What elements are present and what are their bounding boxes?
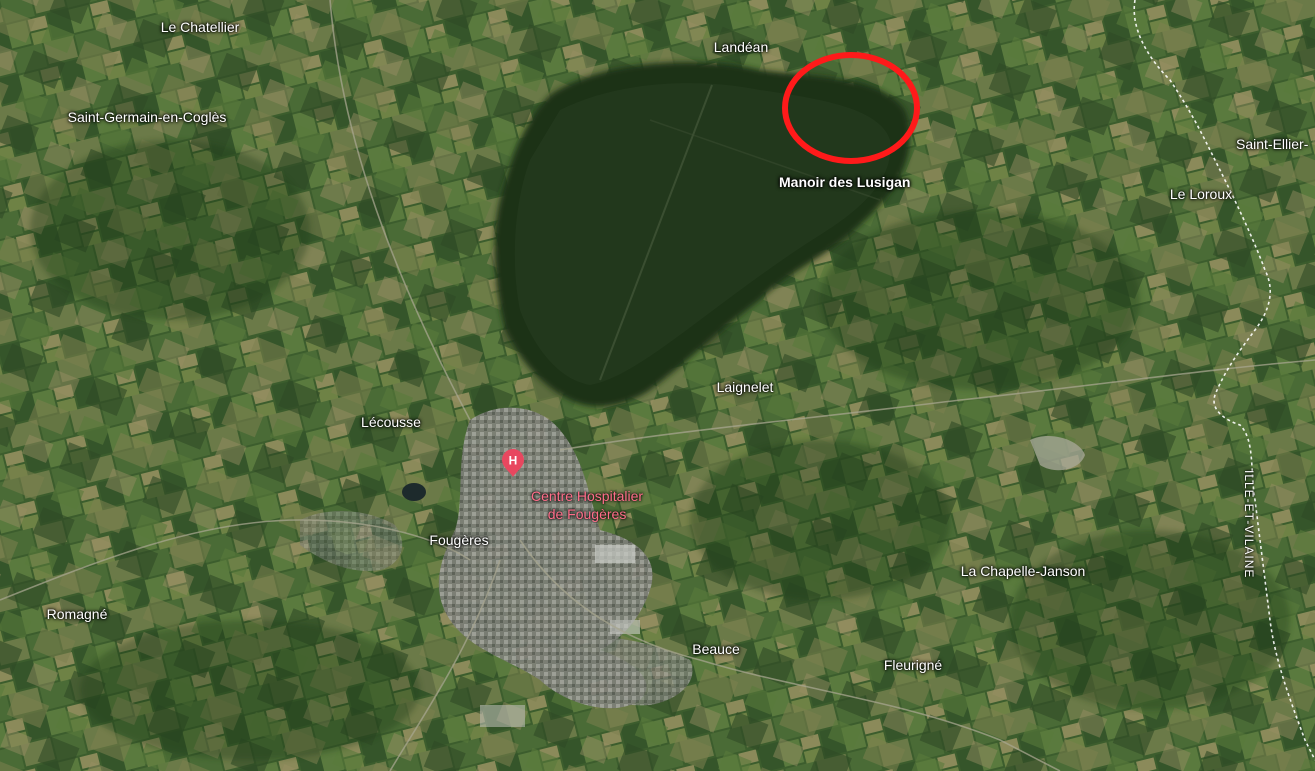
place-label-le-loroux[interactable]: Le Loroux [1170, 186, 1232, 202]
poi-label-centre-hospitalier[interactable]: Centre Hospitalier de Fougères [531, 487, 643, 523]
highlight-label: Manoir des Lusigan [779, 174, 911, 190]
place-label-laignelet[interactable]: Laignelet [717, 379, 774, 395]
poi-name-line2: de Fougères [547, 506, 627, 522]
region-label-ille-et-vilaine: ILLE-ET-VILAINE [1242, 470, 1256, 579]
place-label-fougeres[interactable]: Fougères [429, 532, 488, 548]
place-label-saint-germain-en-cogles[interactable]: Saint-Germain-en-Coglès [68, 109, 227, 125]
place-label-lecousse[interactable]: Lécousse [361, 414, 421, 430]
hospital-pin-icon[interactable]: H [502, 449, 524, 477]
poi-name-line1: Centre Hospitalier [531, 488, 644, 504]
place-label-romagne[interactable]: Romagné [47, 606, 108, 622]
place-label-beauce[interactable]: Beauce [692, 641, 739, 657]
satellite-map[interactable]: Le Chatellier Saint-Germain-en-Coglès La… [0, 0, 1315, 771]
place-label-saint-ellier[interactable]: Saint-Ellier- [1236, 136, 1308, 152]
svg-text:H: H [509, 454, 518, 468]
place-label-fleurigne[interactable]: Fleurigné [884, 657, 942, 673]
place-label-la-chapelle-janson[interactable]: La Chapelle-Janson [961, 563, 1086, 579]
place-label-le-chatellier[interactable]: Le Chatellier [161, 19, 240, 35]
lake [402, 483, 426, 501]
place-label-landean[interactable]: Landéan [714, 39, 769, 55]
